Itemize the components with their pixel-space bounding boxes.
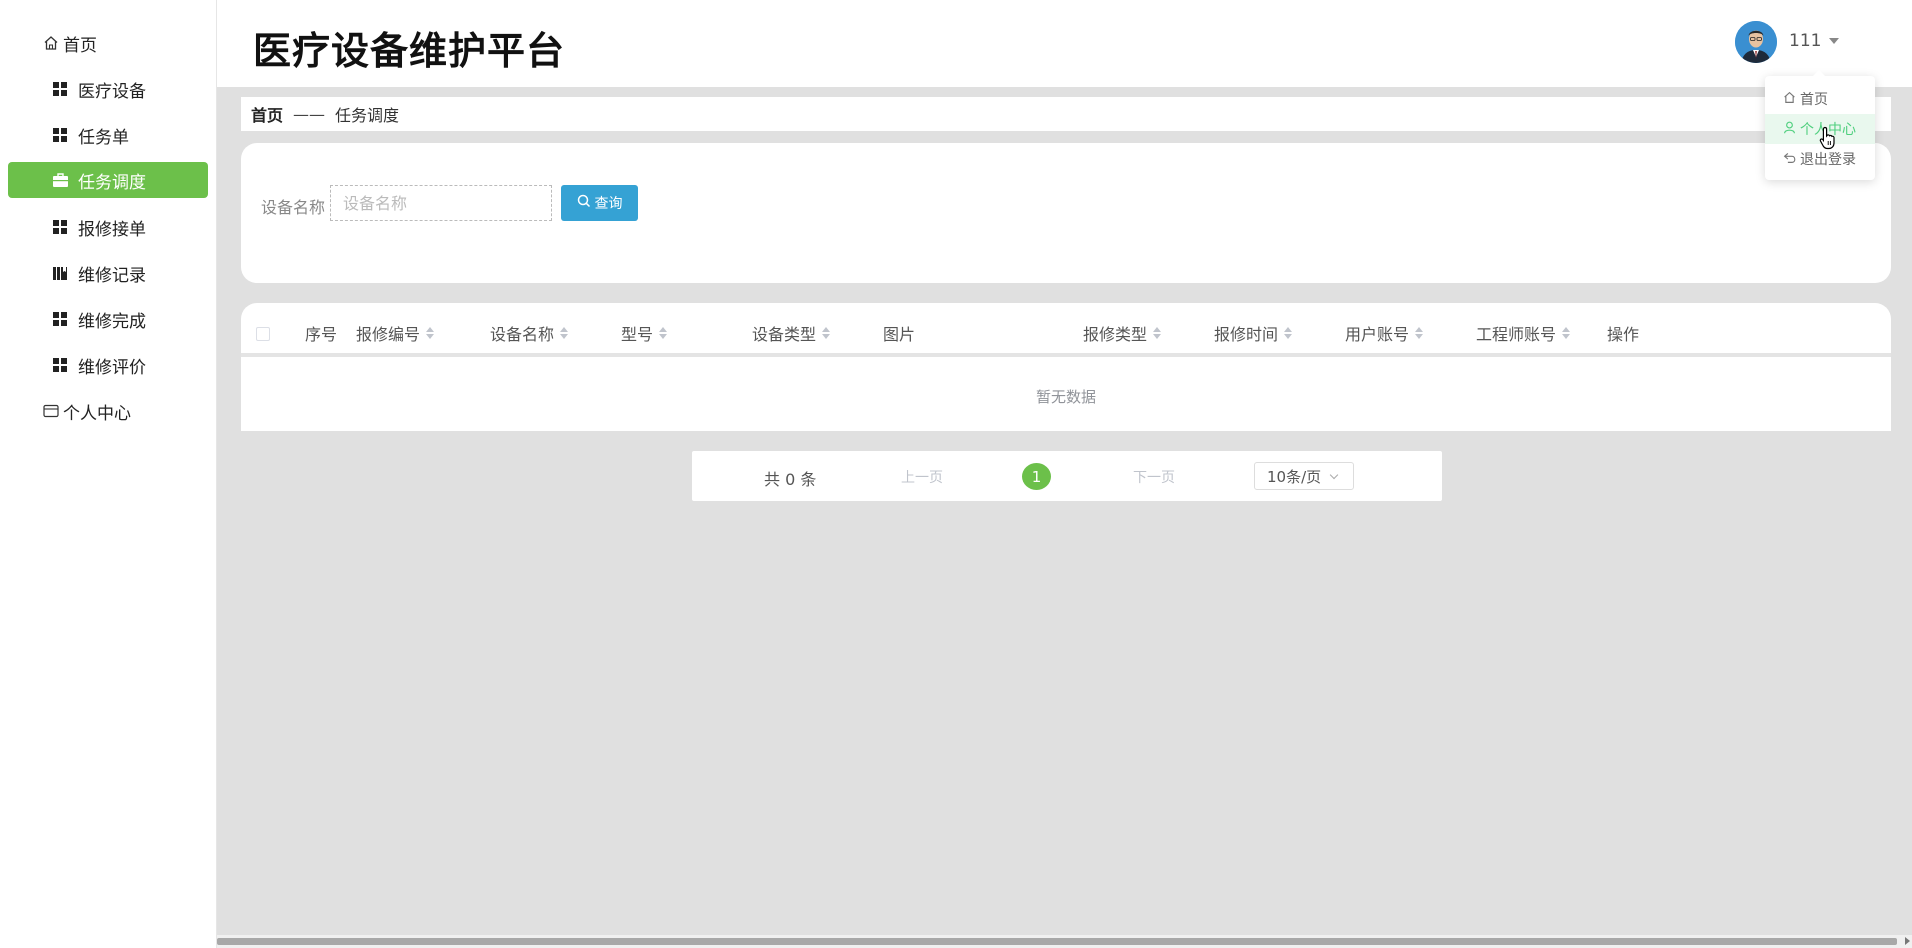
chevron-down-icon bbox=[1329, 470, 1339, 479]
grid-icon bbox=[50, 79, 70, 99]
column-label: 报修时间 bbox=[1214, 325, 1279, 344]
grid-icon bbox=[50, 125, 70, 145]
table-empty-text: 暂无数据 bbox=[1035, 387, 1096, 406]
sort-icon[interactable] bbox=[560, 327, 569, 339]
breadcrumb: 首页 —— 任务调度 bbox=[241, 97, 1891, 131]
column-header-index: 序号 bbox=[305, 321, 337, 345]
caret-down-icon bbox=[1829, 38, 1840, 44]
column-header-user-account[interactable]: 用户账号 bbox=[1345, 321, 1424, 345]
sidebar-item-task-dispatch[interactable]: 任务调度 bbox=[8, 162, 208, 198]
column-header-device-type[interactable]: 设备类型 bbox=[752, 321, 831, 345]
device-name-label: 设备名称 bbox=[261, 198, 326, 217]
avatar[interactable] bbox=[1735, 21, 1777, 63]
sidebar-item-label: 维修记录 bbox=[78, 265, 146, 286]
briefcase-icon bbox=[50, 170, 70, 190]
home-icon bbox=[1783, 91, 1796, 108]
sort-icon[interactable] bbox=[426, 327, 435, 339]
sidebar-item-medical-devices[interactable]: 医疗设备 bbox=[8, 71, 208, 107]
sort-icon[interactable] bbox=[1153, 327, 1162, 339]
column-header-repair-type[interactable]: 报修类型 bbox=[1083, 321, 1162, 345]
sidebar-item-label: 个人中心 bbox=[63, 403, 131, 424]
grid-icon bbox=[50, 309, 70, 329]
column-header-engineer-account[interactable]: 工程师账号 bbox=[1476, 321, 1571, 345]
column-label: 设备类型 bbox=[752, 325, 817, 344]
query-button-label: 查询 bbox=[594, 196, 623, 212]
sidebar-item-label: 医疗设备 bbox=[78, 81, 146, 102]
sidebar-item-repair-accept[interactable]: 报修接单 bbox=[8, 209, 208, 245]
pagination-next[interactable]: 下一页 bbox=[1133, 467, 1175, 487]
sort-icon[interactable] bbox=[1284, 327, 1293, 339]
column-label: 设备名称 bbox=[490, 325, 555, 344]
sidebar-item-repair-records[interactable]: 维修记录 bbox=[8, 255, 208, 291]
dropdown-item-label: 首页 bbox=[1800, 92, 1828, 108]
sidebar-item-label: 报修接单 bbox=[78, 219, 146, 240]
top-header: 医疗设备维护平台 111 bbox=[217, 0, 1912, 87]
pagination: 共 0 条 上一页 1 下一页 10条/页 bbox=[692, 451, 1442, 501]
search-panel: 设备名称 查询 bbox=[241, 143, 1891, 283]
pagination-page-current[interactable]: 1 bbox=[1022, 463, 1051, 490]
sidebar-item-task-orders[interactable]: 任务单 bbox=[8, 117, 208, 153]
pagination-total: 共 0 条 bbox=[764, 470, 817, 489]
book-icon bbox=[50, 263, 70, 283]
sidebar-item-label: 维修完成 bbox=[78, 311, 146, 332]
horizontal-scrollbar[interactable] bbox=[217, 935, 1912, 948]
grid-icon bbox=[50, 217, 70, 237]
page-size-select[interactable]: 10条/页 bbox=[1254, 462, 1354, 490]
home-icon bbox=[41, 33, 61, 53]
column-label: 用户账号 bbox=[1345, 325, 1410, 344]
column-label: 操作 bbox=[1607, 325, 1640, 344]
sidebar-item-label: 任务调度 bbox=[78, 172, 146, 193]
sidebar-item-label: 首页 bbox=[63, 35, 97, 56]
sidebar-item-repair-complete[interactable]: 维修完成 bbox=[8, 301, 208, 337]
sidebar-item-personal-center[interactable]: 个人中心 bbox=[8, 393, 208, 429]
column-header-image: 图片 bbox=[883, 321, 915, 345]
sort-icon[interactable] bbox=[659, 327, 668, 339]
column-header-model[interactable]: 型号 bbox=[621, 321, 668, 345]
username: 111 bbox=[1789, 31, 1822, 51]
sidebar-item-label: 任务单 bbox=[78, 127, 129, 148]
sidebar: 首页 医疗设备 任务单 任务调度 报修接单 维修记录 维修完成 维修评价 个人中… bbox=[0, 0, 217, 948]
breadcrumb-home[interactable]: 首页 bbox=[251, 102, 283, 126]
scrollbar-thumb[interactable] bbox=[217, 938, 1897, 945]
query-button[interactable]: 查询 bbox=[561, 185, 638, 221]
column-header-repair-time[interactable]: 报修时间 bbox=[1214, 321, 1293, 345]
hand-pointer-cursor-icon bbox=[1819, 126, 1837, 154]
sort-icon[interactable] bbox=[1562, 327, 1571, 339]
pagination-prev[interactable]: 上一页 bbox=[901, 467, 943, 487]
scroll-right-arrow-icon[interactable] bbox=[1905, 937, 1910, 945]
dropdown-item-home[interactable]: 首页 bbox=[1765, 84, 1875, 114]
device-name-input[interactable] bbox=[330, 185, 552, 221]
breadcrumb-separator: —— bbox=[293, 104, 326, 124]
select-all-checkbox[interactable] bbox=[256, 327, 270, 341]
table-header: 序号 报修编号 设备名称 型号 设备类型 图片 报修类型 报修时间 用户账号 工… bbox=[241, 303, 1891, 357]
column-label: 工程师账号 bbox=[1476, 325, 1557, 344]
breadcrumb-current: 任务调度 bbox=[335, 106, 400, 125]
data-table: 序号 报修编号 设备名称 型号 设备类型 图片 报修类型 报修时间 用户账号 工… bbox=[241, 303, 1891, 431]
column-label: 图片 bbox=[883, 325, 916, 344]
sidebar-item-label: 维修评价 bbox=[78, 357, 146, 378]
column-label: 序号 bbox=[305, 325, 338, 344]
sidebar-item-repair-review[interactable]: 维修评价 bbox=[8, 347, 208, 383]
grid-icon bbox=[50, 355, 70, 375]
logout-icon bbox=[1783, 151, 1796, 168]
column-label: 报修编号 bbox=[356, 325, 421, 344]
app-title: 医疗设备维护平台 bbox=[253, 29, 566, 73]
user-menu-toggle[interactable]: 111 bbox=[1789, 31, 1840, 51]
user-icon bbox=[1783, 121, 1796, 138]
column-header-actions: 操作 bbox=[1607, 321, 1639, 345]
column-header-repair-no[interactable]: 报修编号 bbox=[356, 321, 435, 345]
column-label: 型号 bbox=[621, 325, 654, 344]
page-size-value: 10条/页 bbox=[1267, 467, 1322, 486]
column-header-device-name[interactable]: 设备名称 bbox=[490, 321, 569, 345]
search-icon bbox=[577, 194, 591, 212]
sort-icon[interactable] bbox=[822, 327, 831, 339]
sidebar-item-home[interactable]: 首页 bbox=[8, 25, 208, 61]
sort-icon[interactable] bbox=[1415, 327, 1424, 339]
wallet-icon bbox=[41, 401, 61, 421]
column-label: 报修类型 bbox=[1083, 325, 1148, 344]
